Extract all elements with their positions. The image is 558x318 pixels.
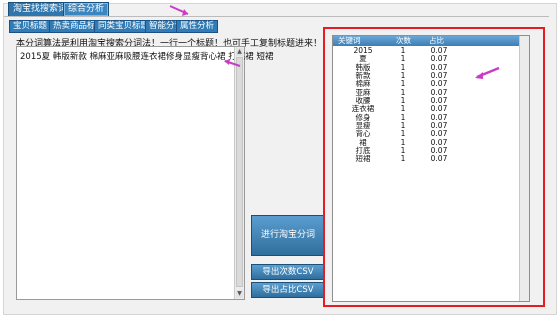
scroll-up-icon[interactable]: ▲ — [236, 48, 243, 56]
table-row[interactable]: 短裙 1 0.07 — [333, 154, 529, 164]
results-scrollbar[interactable] — [519, 36, 529, 301]
titles-textarea[interactable]: 2015夏 韩版新款 棉麻亚麻吸腰连衣裙修身显瘦背心裙 打底裙 短裙 ▲ ▼ — [16, 46, 273, 300]
header-count[interactable]: 次数 — [396, 36, 411, 46]
header-ratio[interactable]: 占比 — [429, 36, 444, 46]
tab-analysis[interactable]: 综合分析 — [63, 2, 110, 17]
toolbar-button-item-title[interactable]: 宝贝标题 — [9, 20, 52, 33]
export-ratio-button[interactable]: 导出占比CSV — [251, 282, 325, 298]
analyze-button[interactable]: 进行淘宝分词 — [251, 215, 325, 256]
results-table-header: 关键词 次数 占比 — [333, 36, 529, 46]
toolbar-button-attribute[interactable]: 属性分析 — [176, 20, 219, 33]
header-keyword[interactable]: 关键词 — [338, 36, 361, 46]
tab-divider — [4, 16, 549, 17]
cell-count: 1 — [400, 154, 406, 164]
scroll-thumb[interactable] — [236, 57, 243, 287]
export-count-button[interactable]: 导出次数CSV — [251, 264, 325, 280]
results-rows: 2015 1 0.07 夏 1 0.07 韩版 1 0.07 新款 1 0.07 棉麻 1 0.07 亚麻 1 0… — [333, 46, 529, 164]
textarea-scrollbar[interactable]: ▲ ▼ — [234, 47, 244, 299]
cell-ratio: 0.07 — [430, 154, 448, 164]
cell-keyword: 短裙 — [355, 154, 371, 164]
annotation-arrow-icon — [224, 59, 241, 67]
scroll-down-icon[interactable]: ▼ — [236, 290, 243, 298]
annotation-arrow-icon — [169, 5, 189, 16]
annotation-arrow-icon — [475, 66, 500, 79]
